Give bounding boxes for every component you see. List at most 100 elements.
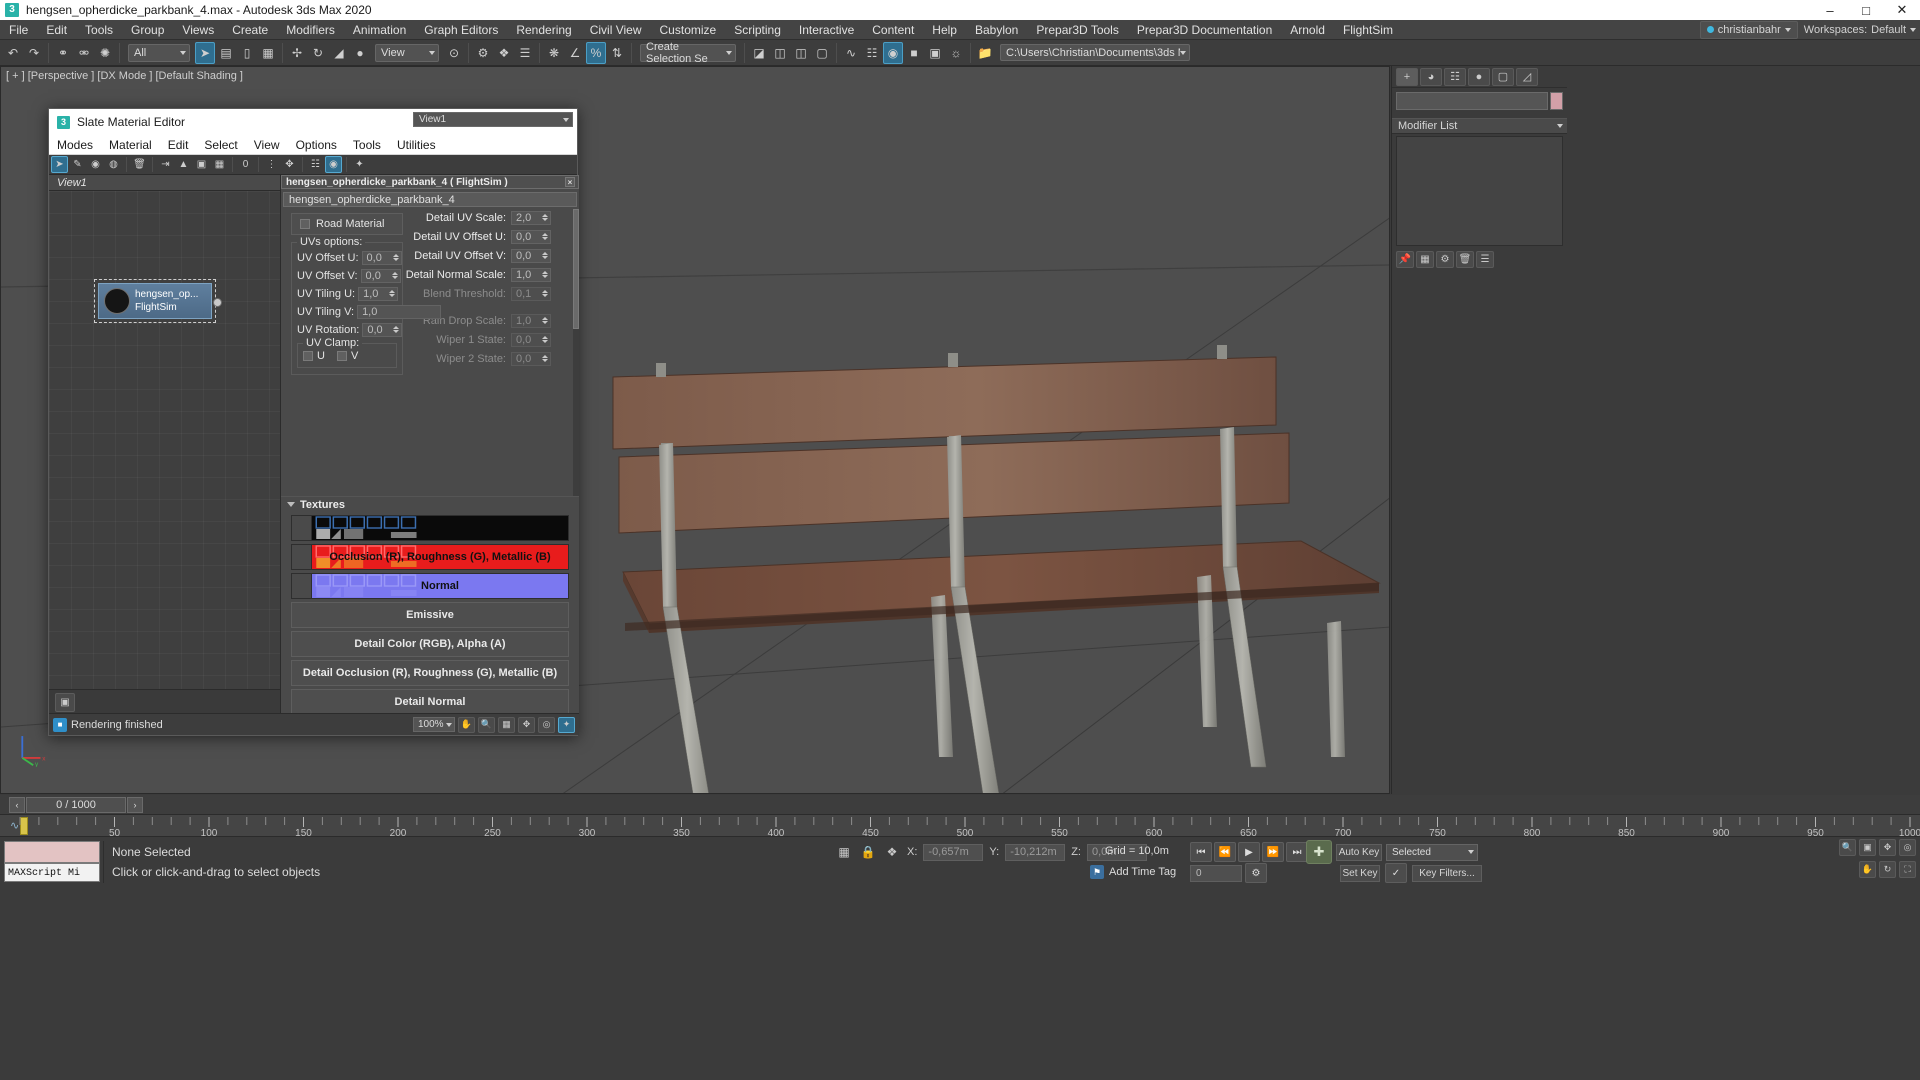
sme-menu-select[interactable]: Select xyxy=(196,135,245,155)
texture-button-detail-normal[interactable]: Detail Normal xyxy=(291,689,569,715)
reference-coordinate-system-combo[interactable]: View xyxy=(375,43,439,62)
material-node[interactable]: hengsen_op... FlightSim xyxy=(94,279,222,323)
menu-item-file[interactable]: File xyxy=(0,20,37,40)
mirror-tool-icon[interactable]: ◪ xyxy=(749,42,769,64)
sme-menu-utilities[interactable]: Utilities xyxy=(389,135,444,155)
uv-field-spinner[interactable]: 0,0 xyxy=(360,268,401,283)
texture-button-emissive[interactable]: Emissive xyxy=(291,602,569,628)
key-filters-button[interactable]: Key Filters... xyxy=(1412,864,1482,882)
select-link-icon[interactable]: ⚭ xyxy=(53,42,73,64)
sme-menu-edit[interactable]: Edit xyxy=(160,135,197,155)
menu-item-rendering[interactable]: Rendering xyxy=(507,20,580,40)
object-color-swatch[interactable] xyxy=(1550,92,1563,110)
sme-pan-to-selected-icon[interactable]: ✦ xyxy=(558,716,575,733)
sme-select-by-material-icon[interactable]: ✦ xyxy=(351,156,368,173)
select-object-icon[interactable]: ➤ xyxy=(195,41,215,64)
object-name-input[interactable] xyxy=(1396,92,1548,110)
angle-snap-icon[interactable]: ∠ xyxy=(565,42,585,64)
sme-node-view-panel[interactable]: View1 hengsen_op... FlightSim ▣ xyxy=(49,175,281,715)
material-name-field[interactable]: hengsen_opherdicke_parkbank_4 xyxy=(283,192,577,207)
textures-rollout-header[interactable]: Textures xyxy=(281,496,579,512)
workspaces-chevron-icon[interactable] xyxy=(1910,27,1916,32)
sme-zoom-icon[interactable]: 🔍 xyxy=(478,716,495,733)
texture-slot-toggle[interactable] xyxy=(292,574,312,598)
menu-item-prepar3d-tools[interactable]: Prepar3D Tools xyxy=(1027,20,1128,40)
sme-view-combo[interactable]: View1 xyxy=(413,112,573,127)
menu-item-arnold[interactable]: Arnold xyxy=(1281,20,1334,40)
slate-material-editor-window[interactable]: 3 Slate Material Editor – □ ✕ ModesMater… xyxy=(48,108,579,736)
sme-menu-modes[interactable]: Modes xyxy=(49,135,101,155)
sme-show-background-icon[interactable]: ▦ xyxy=(211,156,228,173)
go-to-end-icon[interactable]: ⏭ xyxy=(1286,842,1308,862)
percent-snap-icon[interactable]: % xyxy=(586,41,606,64)
detail-field-spinner[interactable]: 0,0 xyxy=(511,248,551,263)
pin-stack-icon[interactable]: 📌 xyxy=(1396,250,1414,268)
uv-field-spinner[interactable]: 0,0 xyxy=(362,322,403,337)
layer-explorer-icon[interactable]: ◫ xyxy=(791,42,811,64)
field-of-view-icon[interactable]: ◎ xyxy=(1899,839,1916,856)
mirror-icon[interactable]: ☰ xyxy=(515,42,535,64)
scene-explorer-icon[interactable]: ▢ xyxy=(812,42,832,64)
motion-tab[interactable]: ● xyxy=(1468,67,1490,86)
texture-button-detail-color-rgb-alpha-a[interactable]: Detail Color (RGB), Alpha (A) xyxy=(291,631,569,657)
sme-select-tool-icon[interactable]: ➤ xyxy=(51,156,68,173)
spinner-snap-icon[interactable]: ⇅ xyxy=(607,42,627,64)
add-time-tag-row[interactable]: ⚑ Add Time Tag xyxy=(1090,865,1176,879)
zoom-all-icon[interactable]: ▣ xyxy=(1859,839,1876,856)
sme-show-shaded-material-icon[interactable]: ◍ xyxy=(105,156,122,173)
select-and-place-icon[interactable]: ● xyxy=(350,42,370,64)
menu-item-graph-editors[interactable]: Graph Editors xyxy=(415,20,507,40)
next-frame-button[interactable]: › xyxy=(127,796,143,813)
sme-pan-icon[interactable]: ✋ xyxy=(458,716,475,733)
sme-zoom-region-icon[interactable]: ▦ xyxy=(498,716,515,733)
undo-icon[interactable]: ↶ xyxy=(3,42,23,64)
sme-menu-tools[interactable]: Tools xyxy=(345,135,389,155)
menu-item-content[interactable]: Content xyxy=(863,20,923,40)
schematic-view-icon[interactable]: ☷ xyxy=(862,42,882,64)
select-by-name-icon[interactable]: ▤ xyxy=(216,42,236,64)
sme-put-material-to-scene-icon[interactable]: ▲ xyxy=(175,156,192,173)
lock-selection-icon[interactable]: 🔒 xyxy=(859,843,877,861)
spinner-arrows-icon[interactable] xyxy=(391,272,398,279)
sme-show-in-viewport-icon[interactable]: ▣ xyxy=(193,156,210,173)
texture-slot-base-color-slot[interactable] xyxy=(291,515,569,541)
align-icon[interactable]: ◫ xyxy=(770,42,790,64)
maximize-viewport-toggle-icon[interactable]: ⛶ xyxy=(1899,861,1916,878)
texture-slot-toggle[interactable] xyxy=(292,516,312,540)
set-keys-button[interactable]: ✚ xyxy=(1306,840,1332,864)
sme-zoom-extents-icon[interactable]: ✥ xyxy=(518,716,535,733)
material-output-port[interactable] xyxy=(213,298,222,307)
window-maximize-button[interactable]: □ xyxy=(1848,0,1884,20)
next-frame-icon[interactable]: ⏩ xyxy=(1262,842,1284,862)
zoom-icon[interactable]: 🔍 xyxy=(1839,839,1856,856)
menu-item-help[interactable]: Help xyxy=(923,20,966,40)
menu-item-scripting[interactable]: Scripting xyxy=(725,20,790,40)
texture-slot-occlusion-roughness-metallic-slot[interactable]: Occlusion (R), Roughness (G), Metallic (… xyxy=(291,544,569,570)
project-folder-icon[interactable]: 📁 xyxy=(975,42,995,64)
sme-layout-children-icon[interactable]: ⋮ xyxy=(263,156,280,173)
uv-field-spinner[interactable]: 0,0 xyxy=(361,250,402,265)
sme-layout-all-icon[interactable]: ✥ xyxy=(281,156,298,173)
unlink-icon[interactable]: ⚮ xyxy=(74,42,94,64)
use-pivot-point-center-icon[interactable]: ⊙ xyxy=(444,42,464,64)
select-and-scale-icon[interactable]: ◢ xyxy=(329,42,349,64)
track-bar[interactable]: ∿ 50 100 150 200 250 300 350 400 450 500 550 600 650… xyxy=(0,815,1920,837)
selection-lock-region-icon[interactable]: ▦ xyxy=(835,843,853,861)
snap-toggle-icon[interactable]: ❖ xyxy=(494,42,514,64)
spinner-arrows-icon[interactable] xyxy=(389,290,396,297)
texture-slot-normal-slot[interactable]: Normal xyxy=(291,573,569,599)
detail-field-spinner[interactable]: 2,0 xyxy=(511,210,551,225)
sme-material-id-channel-icon[interactable]: ☷ xyxy=(307,156,324,173)
rectangular-select-region-icon[interactable]: ▯ xyxy=(237,42,257,64)
render-frame-window-icon[interactable]: ▣ xyxy=(925,42,945,64)
sme-show-material-in-viewport-icon[interactable]: ◉ xyxy=(325,156,342,173)
set-key-button[interactable]: Set Key xyxy=(1340,864,1380,882)
sme-navigator-toggle-icon[interactable]: ▣ xyxy=(55,693,75,712)
menu-item-modifiers[interactable]: Modifiers xyxy=(277,20,344,40)
uv-field-spinner[interactable]: 1,0 xyxy=(358,286,399,301)
current-frame-spinner[interactable]: 0 xyxy=(1190,864,1242,882)
window-close-button[interactable]: ✕ xyxy=(1884,0,1920,20)
window-crossing-icon[interactable]: ▦ xyxy=(258,42,278,64)
menu-item-prepar3d-documentation[interactable]: Prepar3D Documentation xyxy=(1128,20,1281,40)
detail-field-spinner[interactable]: 1,0 xyxy=(511,267,551,282)
